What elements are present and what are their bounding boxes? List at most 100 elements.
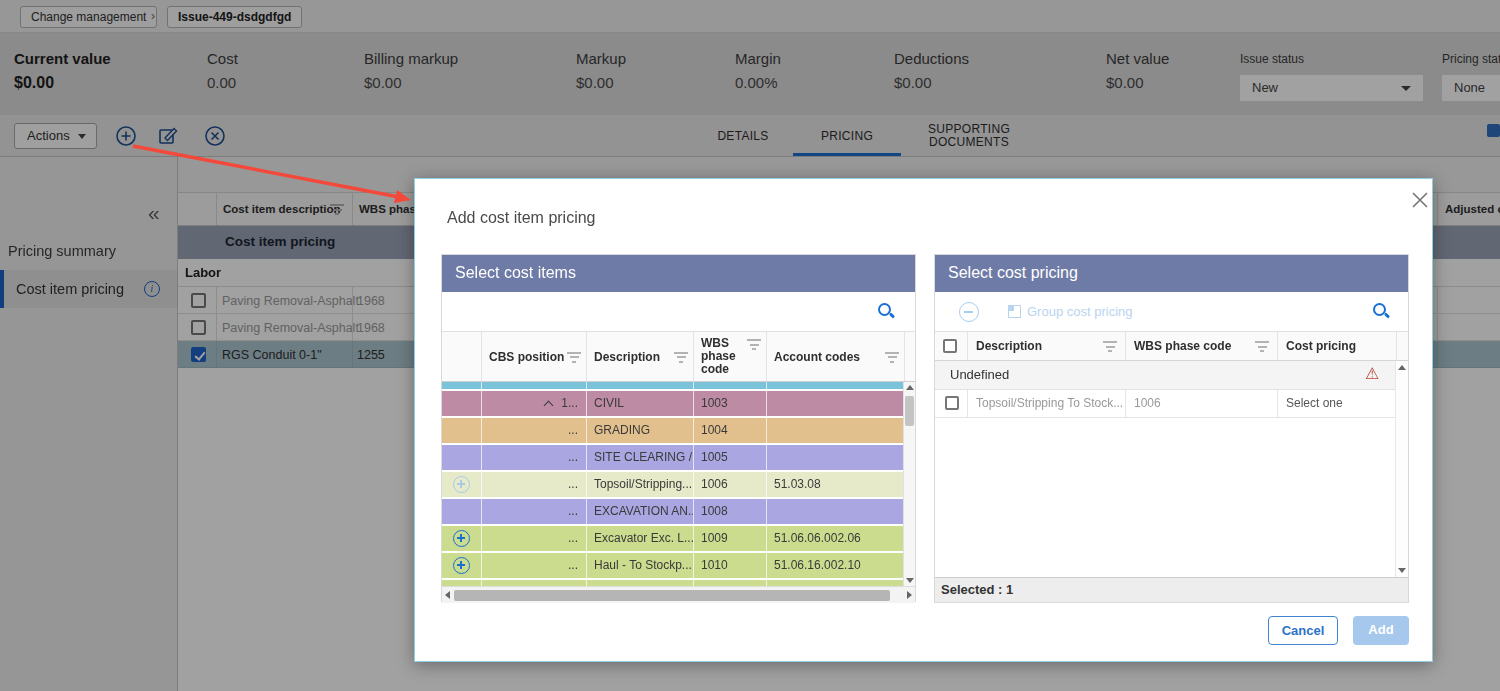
vertical-scrollbar[interactable]: [903, 382, 915, 586]
tab-details[interactable]: DETAILS: [700, 115, 786, 156]
column-wbs-phase-code[interactable]: WBS phase code: [694, 332, 767, 381]
cost-pricing-grid-header: Description WBS phase code Cost pricing: [935, 332, 1408, 361]
scroll-left-icon[interactable]: [445, 591, 450, 599]
horizontal-scrollbar[interactable]: [442, 586, 915, 603]
chevron-down-icon: [78, 134, 86, 139]
cell-wbs: 1003: [694, 391, 767, 416]
cost-items-grid-header: CBS position Description WBS phase code …: [442, 332, 915, 382]
metric-value: $0.00: [14, 74, 54, 92]
metric-value: $0.00: [576, 74, 614, 91]
table-row[interactable]: ... Excavator Exc. L... 1009 51.06.06.00…: [442, 526, 905, 553]
add-cost-item-pricing-dialog: Add cost item pricing Select cost items …: [414, 178, 1433, 662]
scroll-thumb[interactable]: [905, 396, 914, 426]
filter-icon[interactable]: [330, 204, 344, 215]
table-row[interactable]: ... EXCAVATION AN... 1008: [442, 499, 905, 526]
info-icon[interactable]: i: [144, 281, 160, 297]
cell-description: Paving Removal-Asphalt: [222, 321, 359, 335]
cost-items-search-row[interactable]: [442, 292, 915, 332]
table-row[interactable]: ... SITE CLEARING /... 1005: [442, 445, 905, 472]
column-adjusted-cost[interactable]: Adjusted cost: [1437, 193, 1500, 225]
table-row[interactable]: ... Haul - To Stockp... 1010 51.06.16.00…: [442, 553, 905, 580]
cell-cbs-position: ...: [482, 445, 587, 470]
add-button[interactable]: Add: [1353, 616, 1409, 645]
panel-title: Select cost pricing: [935, 255, 1408, 292]
row-checkbox[interactable]: [945, 396, 959, 410]
cell-wbs: 1010: [694, 553, 767, 578]
group-row-undefined[interactable]: Undefined ⚠: [935, 361, 1408, 390]
collapse-icon[interactable]: [544, 401, 554, 411]
scroll-up-icon[interactable]: [1398, 365, 1406, 370]
breadcrumb-issue[interactable]: Issue-449-dsdgdfgd: [167, 6, 302, 28]
cell-description: Excavator Exc. L...: [587, 526, 694, 551]
select-all-checkbox[interactable]: [943, 339, 957, 353]
add-icon[interactable]: [115, 125, 137, 147]
remove-icon[interactable]: [959, 302, 979, 322]
scroll-right-icon[interactable]: [907, 591, 912, 599]
cost-items-grid-body: 1... CIVIL 1003 ... GRADING 1004: [442, 382, 915, 586]
row-checkbox[interactable]: [191, 320, 206, 335]
chevron-down-icon: [1401, 86, 1411, 91]
column-account-codes[interactable]: Account codes: [767, 332, 905, 381]
add-row-icon[interactable]: [453, 530, 470, 547]
column-wbs-phase-code[interactable]: WBS phase code: [1126, 332, 1278, 360]
cell-cbs-position: ...: [482, 418, 587, 443]
tab-supporting-documents[interactable]: SUPPORTING DOCUMENTS: [925, 115, 1013, 156]
column-description[interactable]: Description: [968, 332, 1126, 360]
column-cost-pricing[interactable]: Cost pricing: [1278, 332, 1397, 360]
search-icon[interactable]: [878, 303, 895, 320]
metric-value: $0.00: [1106, 74, 1144, 91]
filter-icon[interactable]: [1255, 341, 1269, 352]
add-row-icon[interactable]: [453, 557, 470, 574]
collapse-sidebar-icon[interactable]: «: [148, 202, 160, 223]
active-tab-indicator: [793, 153, 901, 156]
issue-status-select[interactable]: New: [1240, 75, 1423, 101]
cancel-button[interactable]: Cancel: [1268, 616, 1338, 645]
table-row[interactable]: ... GRADING 1004: [442, 418, 905, 445]
vertical-scrollbar[interactable]: [1395, 361, 1408, 577]
cell-account: [767, 499, 905, 524]
filter-icon[interactable]: [885, 352, 899, 363]
pricing-status-select[interactable]: None: [1442, 75, 1500, 101]
metric-label: Deductions: [894, 50, 969, 67]
table-row[interactable]: Topsoil/Stripping To Stock... 1006 Selec…: [935, 390, 1408, 418]
filter-icon[interactable]: [567, 352, 581, 363]
actions-button[interactable]: Actions: [14, 123, 97, 149]
table-row[interactable]: [442, 382, 905, 391]
row-checkbox[interactable]: [191, 293, 206, 308]
group-cost-pricing-button[interactable]: Group cost pricing: [1027, 304, 1133, 319]
column-label: Cost pricing: [1286, 339, 1356, 353]
edit-icon[interactable]: [157, 125, 179, 147]
sidebar-item-pricing-summary[interactable]: Pricing summary: [0, 243, 177, 259]
breadcrumb-separator-icon: ›: [151, 9, 155, 23]
table-row[interactable]: ... Topsoil/Stripping... 1006 51.03.08: [442, 472, 905, 499]
cell-description: CIVIL: [587, 391, 694, 416]
warning-icon: ⚠: [1365, 364, 1379, 383]
cell-description: GRADING: [587, 418, 694, 443]
add-row-icon[interactable]: [453, 476, 470, 493]
cancel-circle-icon[interactable]: [204, 125, 226, 147]
tab-pricing[interactable]: PRICING: [803, 115, 891, 156]
group-icon: [1008, 305, 1021, 318]
search-icon[interactable]: [1373, 303, 1390, 320]
metric-label: Net value: [1106, 50, 1169, 67]
scroll-down-icon[interactable]: [1398, 568, 1406, 573]
scroll-down-icon[interactable]: [906, 578, 914, 583]
filter-icon[interactable]: [674, 352, 688, 363]
filter-icon[interactable]: [747, 339, 761, 350]
pricing-status-label: Pricing status: [1442, 52, 1500, 66]
close-icon[interactable]: [1409, 189, 1431, 211]
metric-label: Cost: [207, 50, 238, 67]
sidebar-item-cost-item-pricing[interactable]: Cost item pricing i: [0, 270, 177, 308]
column-description[interactable]: Description: [587, 332, 694, 381]
app-root: Change management › Issue-449-dsdgdfgd C…: [0, 0, 1500, 691]
table-row[interactable]: 1... CIVIL 1003: [442, 391, 905, 418]
cell-cost-pricing-select[interactable]: Select one: [1278, 390, 1397, 417]
row-checkbox-checked[interactable]: [191, 347, 206, 362]
scroll-thumb[interactable]: [454, 590, 890, 601]
scroll-up-icon[interactable]: [906, 385, 914, 390]
column-cbs-position[interactable]: CBS position: [482, 332, 587, 381]
grid-settings-icon[interactable]: [1487, 124, 1500, 137]
cell-description: SITE CLEARING /...: [587, 445, 694, 470]
filter-icon[interactable]: [1103, 341, 1117, 352]
breadcrumb-change-management[interactable]: Change management: [20, 6, 157, 28]
